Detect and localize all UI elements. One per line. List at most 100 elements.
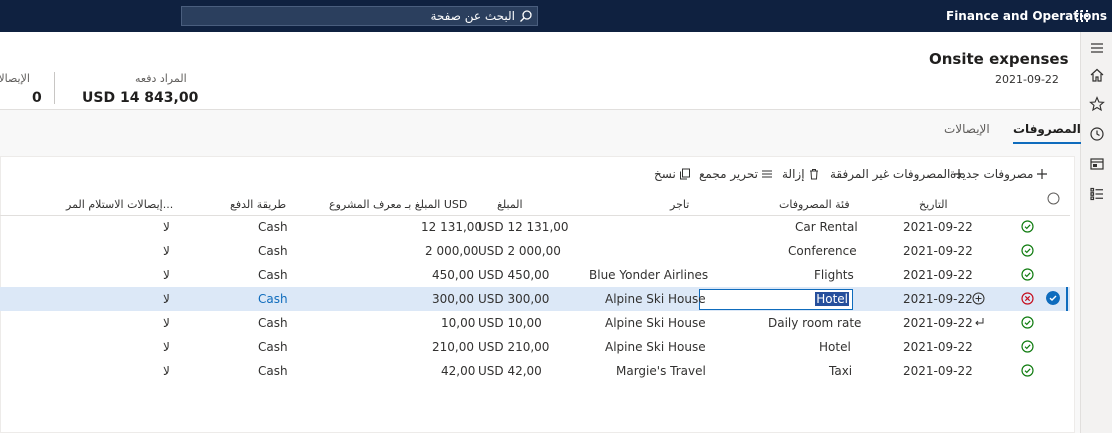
- cell-receipts: لا: [163, 244, 170, 258]
- table-row[interactable]: 2021-09-22 Flights Blue Yonder Airlines …: [0, 263, 1070, 287]
- child-item-arrow-icon: [975, 318, 984, 326]
- recent-clock-icon[interactable]: [1089, 126, 1105, 142]
- column-header-amount-usd[interactable]: المبلغ بـ USD: [405, 198, 467, 211]
- cell-merchant: Margie's Travel: [616, 364, 706, 378]
- bulk-edit-button[interactable]: تحرير مجمع: [699, 167, 773, 181]
- cell-amount: USD 210,00: [478, 340, 550, 354]
- cell-amount: USD 300,00: [478, 292, 550, 306]
- cell-payment-method: Cash: [258, 316, 288, 330]
- search-box[interactable]: البحث عن صفحة: [181, 6, 538, 26]
- table-row[interactable]: 2021-09-22 Taxi Margie's Travel USD 42,0…: [0, 359, 1070, 383]
- cell-amount-usd: 2 000,00: [425, 244, 479, 258]
- category-edit-field[interactable]: Hotel: [699, 289, 853, 310]
- receipts-count: 0: [32, 90, 42, 106]
- cell-date: 2021-09-22: [903, 364, 973, 378]
- report-date: 2021-09-22: [995, 73, 1059, 86]
- tab-expenses[interactable]: المصروفات: [1013, 122, 1081, 144]
- kpi-divider: [54, 72, 55, 104]
- status-ok-icon: [1021, 316, 1034, 329]
- cell-receipts: لا: [163, 364, 170, 378]
- cell-date: 2021-09-22: [903, 340, 973, 354]
- cell-amount-usd: 12 131,00: [421, 220, 483, 234]
- table-row[interactable]: 2021-09-22 Conference USD 2 000,00 2 000…: [0, 239, 1070, 263]
- cell-merchant: Alpine Ski House: [605, 292, 706, 306]
- amount-due-value: USD 14 843,00: [82, 90, 199, 106]
- navigation-pane: [1080, 32, 1112, 433]
- cell-amount-usd: 210,00: [432, 340, 474, 354]
- table-row[interactable]: 2021-09-22 Hotel Alpine Ski House USD 21…: [0, 335, 1070, 359]
- status-ok-icon: [1021, 364, 1034, 377]
- top-bar: البحث عن صفحة Finance and Operations: [0, 0, 1112, 32]
- cell-amount: USD 2 000,00: [478, 244, 561, 258]
- add-icon: [1037, 169, 1048, 179]
- search-icon: [520, 10, 532, 22]
- cell-category[interactable]: Taxi: [829, 364, 852, 378]
- cell-date: 2021-09-22: [903, 316, 973, 330]
- copy-button[interactable]: نسخ: [654, 167, 691, 181]
- cell-amount: USD 12 131,00: [478, 220, 569, 234]
- cell-amount-usd: 450,00: [432, 268, 474, 282]
- cell-payment-method: Cash: [258, 220, 288, 234]
- cell-amount: USD 450,00: [478, 268, 550, 282]
- column-header-payment-method[interactable]: طريقة الدفع: [230, 198, 286, 211]
- row-selected-check-icon[interactable]: [1046, 291, 1060, 305]
- cell-date: 2021-09-22: [903, 220, 973, 234]
- column-header-project-id[interactable]: معرف المشروع: [329, 198, 402, 211]
- table-row-selected[interactable]: 2021-09-22 Hotel Alpine Ski House USD 30…: [0, 287, 1070, 311]
- page-title: Onsite expenses: [929, 50, 1069, 68]
- cell-date: 2021-09-22: [903, 244, 973, 258]
- column-header-merchant[interactable]: تاجر: [670, 198, 689, 211]
- cell-category[interactable]: Daily room rate: [768, 316, 861, 330]
- copy-icon: [679, 168, 690, 180]
- cell-category[interactable]: Conference: [788, 244, 857, 258]
- unattached-expenses-button[interactable]: المصروفات غير المرفقة: [830, 167, 965, 181]
- cell-category[interactable]: Car Rental: [795, 220, 858, 234]
- column-header-amount[interactable]: المبلغ: [497, 198, 523, 211]
- cell-merchant: Alpine Ski House: [605, 316, 706, 330]
- cell-category[interactable]: Flights: [814, 268, 854, 282]
- column-header-receipts-received[interactable]: إيصالات الاستلام المر...: [66, 198, 173, 211]
- select-all-radio-icon[interactable]: [1047, 192, 1060, 205]
- status-ok-icon: [1021, 244, 1034, 257]
- status-ok-icon: [1021, 340, 1034, 353]
- workspaces-icon[interactable]: [1089, 156, 1105, 172]
- cell-receipts: لا: [163, 316, 170, 330]
- hamburger-menu-icon[interactable]: [1089, 40, 1105, 56]
- modules-list-icon[interactable]: [1089, 186, 1105, 202]
- cell-receipts: لا: [163, 220, 170, 234]
- cell-merchant: Alpine Ski House: [605, 340, 706, 354]
- cell-category[interactable]: Hotel: [819, 340, 851, 354]
- search-input[interactable]: البحث عن صفحة: [430, 9, 515, 23]
- cell-date: 2021-09-22: [903, 292, 973, 306]
- cell-receipts: لا: [163, 268, 170, 282]
- list-edit-icon: [761, 170, 772, 178]
- home-icon[interactable]: [1089, 67, 1105, 83]
- cell-date: 2021-09-22: [903, 268, 973, 282]
- status-ok-icon: [1021, 268, 1034, 281]
- table-row[interactable]: 2021-09-22 Car Rental USD 12 131,00 12 1…: [0, 215, 1070, 239]
- selected-row-indicator: [1066, 287, 1068, 311]
- cell-merchant: Blue Yonder Airlines: [589, 268, 709, 282]
- status-error-icon: [1021, 292, 1034, 305]
- cell-payment-method: Cash: [258, 268, 288, 282]
- delete-icon: [809, 169, 818, 180]
- expand-add-icon[interactable]: [972, 292, 985, 305]
- receipts-label: الإيصالات: [0, 72, 30, 85]
- cell-amount-usd: 10,00: [441, 316, 476, 330]
- tab-receipts[interactable]: الإيصالات: [944, 122, 990, 136]
- cell-receipts: لا: [163, 292, 170, 306]
- remove-button[interactable]: إزالة: [782, 167, 820, 181]
- cell-amount-usd: 42,00: [441, 364, 476, 378]
- column-header-date[interactable]: التاريخ: [919, 198, 948, 211]
- favorites-star-icon[interactable]: [1089, 96, 1105, 112]
- column-header-category[interactable]: فئة المصروفات: [779, 198, 850, 211]
- amount-due-label: المراد دفعه: [135, 72, 187, 85]
- page-header: Onsite expenses 2021-09-22 المراد دفعه U…: [0, 32, 1080, 110]
- cell-payment-method: Cash: [258, 364, 288, 378]
- cell-payment-method: Cash: [258, 340, 288, 354]
- cell-amount-usd: 300,00: [432, 292, 474, 306]
- app-launcher-icon[interactable]: [1076, 10, 1088, 22]
- table-row[interactable]: 2021-09-22 Daily room rate Alpine Ski Ho…: [0, 311, 1070, 335]
- category-edit-value[interactable]: Hotel: [815, 292, 849, 306]
- cell-payment-method[interactable]: Cash: [258, 292, 288, 306]
